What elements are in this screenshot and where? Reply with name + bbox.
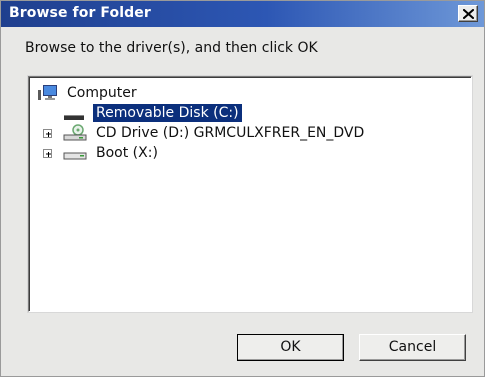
tree-node-label: CD Drive (D:) GRMCULXFRER_EN_DVD	[96, 125, 365, 141]
tree-node-label: Removable Disk (C:)	[93, 104, 242, 122]
expand-toggle[interactable]	[43, 149, 52, 158]
folder-tree[interactable]: Computer Removable Disk (C:) CD Drive (D…	[28, 76, 472, 312]
cancel-button-label: Cancel	[388, 339, 437, 355]
tree-node-cd-drive[interactable]: CD Drive (D:) GRMCULXFRER_EN_DVD	[37, 123, 457, 143]
cancel-button[interactable]: Cancel	[359, 334, 466, 361]
close-button[interactable]	[458, 5, 478, 22]
plus-icon	[46, 132, 51, 137]
tree-node-label: Computer	[67, 85, 137, 101]
ok-button[interactable]: OK	[237, 334, 344, 361]
dialog-title: Browse for Folder	[9, 5, 151, 21]
cd-drive-icon	[63, 124, 87, 141]
close-icon	[463, 9, 474, 19]
ok-button-label: OK	[280, 339, 301, 355]
tree-node-removable-disk[interactable]: Removable Disk (C:)	[37, 103, 297, 123]
browse-folder-dialog: Browse for Folder Browse to the driver(s…	[0, 0, 485, 377]
instruction-text: Browse to the driver(s), and then click …	[25, 40, 318, 56]
removable-disk-icon	[64, 115, 84, 120]
expand-toggle[interactable]	[43, 129, 52, 138]
tree-node-computer[interactable]: Computer	[37, 83, 237, 103]
computer-icon	[38, 85, 57, 100]
tree-node-boot[interactable]: Boot (X:)	[37, 143, 237, 163]
plus-icon	[46, 152, 51, 157]
tree-node-label: Boot (X:)	[96, 145, 158, 161]
title-bar[interactable]: Browse for Folder	[1, 1, 484, 27]
drive-icon	[63, 152, 87, 160]
